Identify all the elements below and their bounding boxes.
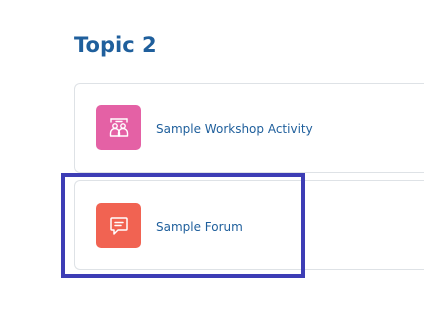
activity-link-workshop[interactable]: Sample Workshop Activity xyxy=(156,121,313,137)
activity-workshop[interactable]: Sample Workshop Activity xyxy=(74,83,424,173)
forum-icon[interactable] xyxy=(96,203,141,248)
section-title: Topic 2 xyxy=(74,33,157,57)
workshop-icon[interactable] xyxy=(96,105,141,150)
activity-forum[interactable]: Sample Forum xyxy=(74,180,424,270)
activity-link-forum[interactable]: Sample Forum xyxy=(156,219,243,235)
